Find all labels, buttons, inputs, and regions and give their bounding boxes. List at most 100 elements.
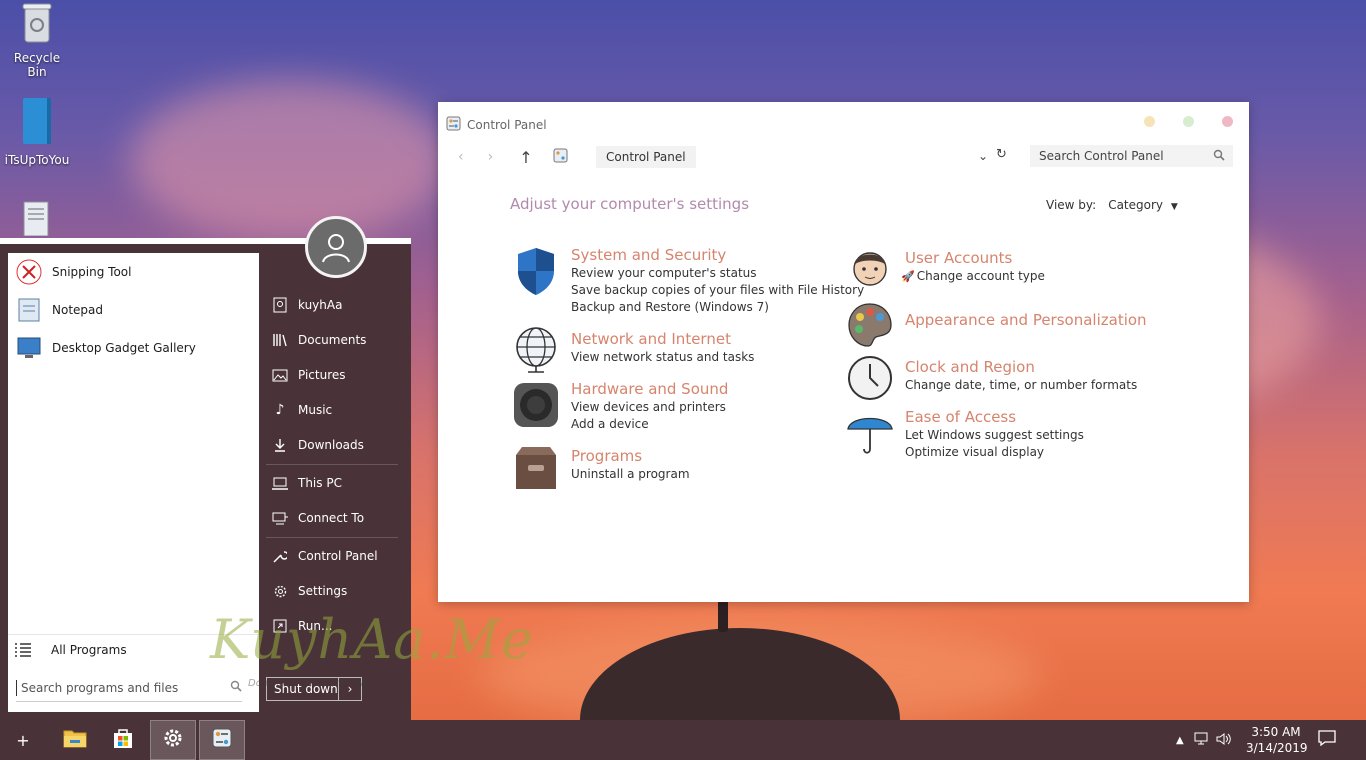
start-place-control-panel[interactable]: Control Panel [270,541,400,571]
control-panel-location-icon [553,148,568,167]
start-place-downloads[interactable]: Downloads [270,430,400,460]
taskbar-control-panel[interactable] [199,720,245,760]
category-link[interactable]: Add a device [571,416,728,433]
view-by-dropdown[interactable]: Category ▼ [1108,198,1178,212]
taskbar-store[interactable] [100,720,146,760]
start-item-label: Snipping Tool [52,265,132,279]
control-panel-search-input[interactable]: Search Control Panel [1030,145,1233,167]
category-title[interactable]: Clock and Region [905,357,1137,377]
palette-icon [846,301,894,349]
gadget-icon [14,334,44,362]
category-link[interactable]: 🚀 Change account type [901,268,1045,285]
start-place-documents[interactable]: Documents [270,325,400,355]
download-icon [270,438,290,452]
category-title[interactable]: User Accounts [905,248,1045,268]
scissors-icon [14,258,44,286]
taskbar-settings[interactable] [150,720,196,760]
breadcrumb[interactable]: Control Panel [596,146,696,168]
start-place-label: Control Panel [298,549,378,563]
control-panel-app-icon [446,116,461,134]
store-icon [112,727,134,753]
wallpaper-figure [718,600,728,632]
category-link[interactable]: View devices and printers [571,399,728,416]
start-place-this-pc[interactable]: This PC [270,468,400,498]
start-item-label: Notepad [52,303,103,317]
start-place-label: Music [298,403,333,417]
category-system-security: System and Security Review your computer… [571,245,864,316]
list-icon [8,642,38,657]
start-item-notepad[interactable]: Notepad [14,293,103,327]
start-place-settings[interactable]: Settings [270,576,400,606]
wallpaper-cloud [130,80,450,240]
gear-icon [162,727,184,753]
category-title[interactable]: Hardware and Sound [571,379,728,399]
category-title[interactable]: Network and Internet [571,329,754,349]
start-user-name-label: kuyhAa [298,298,343,312]
category-link[interactable]: Uninstall a program [571,466,690,483]
start-place-pictures[interactable]: Pictures [270,360,400,390]
start-user-name[interactable]: kuyhAa [270,290,400,320]
shield-icon [512,245,560,295]
system-tray: ▲ [1176,720,1232,760]
umbrella-icon [846,407,894,455]
category-link[interactable]: Review your computer's status [571,265,864,282]
tray-overflow-icon[interactable]: ▲ [1176,735,1184,746]
nav-buttons: ‹ › ↑ [458,146,568,168]
desktop-icon-label: iTsUpToYou [4,153,70,167]
computer-icon [270,477,290,490]
category-link[interactable]: View network status and tasks [571,349,754,366]
music-icon: ♪ [275,402,285,418]
category-link[interactable]: Save backup copies of your files with Fi… [571,282,864,299]
start-button[interactable]: + [0,720,46,760]
start-search-input[interactable]: Search programs and files [16,674,242,702]
desktop-icon-label: Recycle Bin [13,51,61,79]
taskbar-file-explorer[interactable] [52,720,98,760]
start-place-label: Documents [298,333,367,347]
start-place-connect-to[interactable]: Connect To [270,503,400,533]
category-programs: Programs Uninstall a program [571,446,690,483]
desktop-icon-document[interactable] [4,200,70,243]
start-place-label: Downloads [298,438,364,452]
back-arrow-icon[interactable]: ‹ [458,149,464,165]
connect-icon [270,512,290,525]
breadcrumb-item: Control Panel [606,150,686,164]
start-item-snipping-tool[interactable]: Snipping Tool [14,255,131,289]
action-center-button[interactable] [1304,720,1350,760]
start-item-label: Desktop Gadget Gallery [52,341,196,355]
category-link[interactable]: Let Windows suggest settings [905,427,1084,444]
maximize-button[interactable] [1183,116,1194,127]
desktop-icon-itsuptoyou[interactable]: iTsUpToYou [4,96,70,167]
category-link[interactable]: Change date, time, or number formats [905,377,1137,394]
control-panel-window: Control Panel ‹ › ↑ Control Panel ⌄ ↻ Se… [438,102,1249,602]
start-item-gadget-gallery[interactable]: Desktop Gadget Gallery [14,331,196,365]
history-dropdown-icon[interactable]: ⌄ [978,149,988,163]
start-place-music[interactable]: ♪ Music [270,395,400,425]
category-title[interactable]: Programs [571,446,690,466]
network-icon[interactable] [1194,732,1210,749]
up-arrow-icon[interactable]: ↑ [519,148,532,167]
category-link[interactable]: Optimize visual display [905,444,1084,461]
category-user-accounts: User Accounts 🚀 Change account type [901,248,1045,285]
category-title[interactable]: Appearance and Personalization [905,310,1147,330]
book-icon [4,96,70,149]
volume-icon[interactable] [1216,732,1232,749]
category-link[interactable]: Backup and Restore (Windows 7) [571,299,864,316]
start-place-label: Pictures [298,368,346,382]
category-title[interactable]: Ease of Access [905,407,1084,427]
refresh-icon[interactable]: ↻ [996,147,1007,162]
category-title[interactable]: System and Security [571,245,864,265]
recycle-bin-icon [4,0,70,47]
close-button[interactable] [1222,116,1233,127]
text-cursor [16,679,17,696]
category-hardware-sound: Hardware and Sound View devices and prin… [571,379,728,433]
desktop-icon-recycle-bin[interactable]: Recycle Bin [4,0,70,79]
taskbar: + ▲ 3:50 AM 3/14/2019 [0,720,1366,760]
minimize-button[interactable] [1144,116,1155,127]
user-folder-icon [270,297,290,313]
taskbar-clock[interactable]: 3:50 AM 3/14/2019 [1246,724,1308,756]
user-avatar[interactable] [305,216,367,278]
forward-arrow-icon[interactable]: › [488,149,494,165]
start-place-label: Connect To [298,511,365,525]
start-place-label: Settings [298,584,348,598]
globe-icon [512,325,560,373]
